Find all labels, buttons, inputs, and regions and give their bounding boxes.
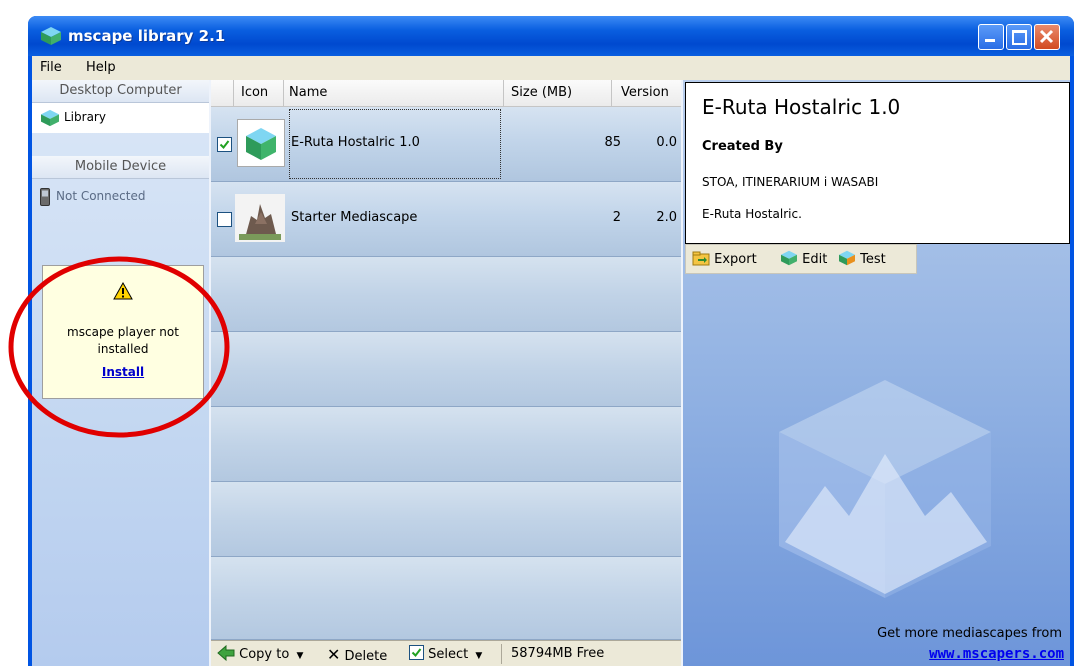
free-space-label: 58794MB Free bbox=[511, 646, 605, 661]
list-row-e-ruta[interactable]: E-Ruta Hostalric 1.0 85 0.0 bbox=[211, 107, 681, 182]
test-button[interactable]: Test bbox=[838, 250, 886, 267]
footer-text: Get more mediascapes from bbox=[877, 626, 1062, 641]
library-item[interactable]: Library bbox=[32, 103, 209, 133]
row-version: 2.0 bbox=[656, 210, 677, 225]
created-by-label: Created By bbox=[702, 139, 783, 154]
details-title: E-Ruta Hostalric 1.0 bbox=[702, 95, 901, 119]
row-size: 2 bbox=[612, 210, 621, 225]
column-size[interactable]: Size (MB) bbox=[511, 85, 572, 100]
menu-help[interactable]: Help bbox=[86, 60, 116, 75]
column-version[interactable]: Version bbox=[621, 85, 669, 100]
row-name: E-Ruta Hostalric 1.0 bbox=[291, 135, 420, 150]
not-connected-item[interactable]: Not Connected bbox=[32, 180, 209, 210]
row-name: Starter Mediascape bbox=[291, 210, 418, 225]
row-version: 0.0 bbox=[656, 135, 677, 150]
copy-to-button[interactable]: Copy to ▼ bbox=[217, 644, 304, 662]
window-title: mscape library 2.1 bbox=[68, 27, 226, 45]
list-toolbar: Copy to ▼ ✕ Delete Select ▼ 58794MB Free bbox=[211, 640, 681, 666]
list-header: Icon Name Size (MB) Version bbox=[211, 80, 681, 107]
empty-row bbox=[211, 482, 681, 557]
desktop-computer-header: Desktop Computer bbox=[32, 80, 209, 103]
details-description: E-Ruta Hostalric. bbox=[702, 207, 802, 221]
details-panel: E-Ruta Hostalric 1.0 Created By STOA, IT… bbox=[683, 80, 1070, 666]
details-box: E-Ruta Hostalric 1.0 Created By STOA, IT… bbox=[685, 82, 1070, 244]
select-checkbox-icon bbox=[409, 645, 424, 660]
menu-bar: File Help bbox=[32, 56, 1070, 80]
select-button[interactable]: Select ▼ bbox=[409, 645, 482, 662]
arrow-left-icon bbox=[217, 644, 235, 662]
export-button[interactable]: Export bbox=[692, 250, 757, 267]
test-cube-icon bbox=[839, 250, 855, 266]
cube-icon bbox=[246, 128, 276, 160]
details-toolbar: Export Edit Test bbox=[685, 244, 917, 274]
mediascape-thumbnail bbox=[237, 119, 285, 167]
maximize-button[interactable] bbox=[1006, 24, 1032, 50]
minimize-button[interactable] bbox=[978, 24, 1004, 50]
column-icon[interactable]: Icon bbox=[241, 85, 268, 100]
mobile-device-header: Mobile Device bbox=[32, 156, 209, 179]
library-icon bbox=[41, 109, 59, 127]
empty-row bbox=[211, 332, 681, 407]
checkmark-icon bbox=[219, 140, 230, 150]
empty-row bbox=[211, 407, 681, 482]
maximize-icon bbox=[1012, 30, 1027, 45]
mobile-phone-icon bbox=[40, 188, 50, 206]
dropdown-arrow-icon: ▼ bbox=[296, 651, 304, 661]
column-name[interactable]: Name bbox=[289, 85, 327, 100]
row-checkbox[interactable] bbox=[217, 137, 232, 152]
row-checkbox[interactable] bbox=[217, 212, 232, 227]
export-folder-icon bbox=[692, 251, 710, 266]
close-icon bbox=[1039, 29, 1054, 44]
red-highlight-circle bbox=[8, 256, 230, 438]
mscape-app-icon bbox=[41, 27, 61, 45]
not-connected-label: Not Connected bbox=[56, 189, 146, 203]
list-row-starter[interactable]: Starter Mediascape 2 2.0 bbox=[211, 182, 681, 257]
library-label: Library bbox=[64, 110, 106, 124]
mscapers-link[interactable]: www.mscapers.com bbox=[929, 646, 1064, 662]
delete-button[interactable]: ✕ Delete bbox=[327, 645, 387, 664]
empty-row bbox=[211, 557, 681, 640]
edit-cube-icon bbox=[781, 250, 797, 266]
empty-row bbox=[211, 257, 681, 332]
mediascape-thumbnail bbox=[235, 194, 285, 242]
details-authors: STOA, ITINERARIUM i WASABI bbox=[702, 175, 879, 189]
close-button[interactable] bbox=[1034, 24, 1060, 50]
minimize-icon bbox=[985, 39, 995, 42]
mediascape-list: Icon Name Size (MB) Version E-Ruta Hosta… bbox=[211, 80, 681, 666]
castle-image-icon bbox=[239, 204, 281, 240]
delete-x-icon: ✕ bbox=[327, 645, 341, 664]
row-size: 85 bbox=[604, 135, 621, 150]
mscape-logo-watermark bbox=[779, 380, 991, 598]
menu-file[interactable]: File bbox=[40, 60, 62, 75]
dropdown-arrow-icon: ▼ bbox=[475, 651, 483, 661]
edit-button[interactable]: Edit bbox=[780, 250, 827, 267]
title-bar[interactable]: mscape library 2.1 bbox=[28, 16, 1074, 56]
